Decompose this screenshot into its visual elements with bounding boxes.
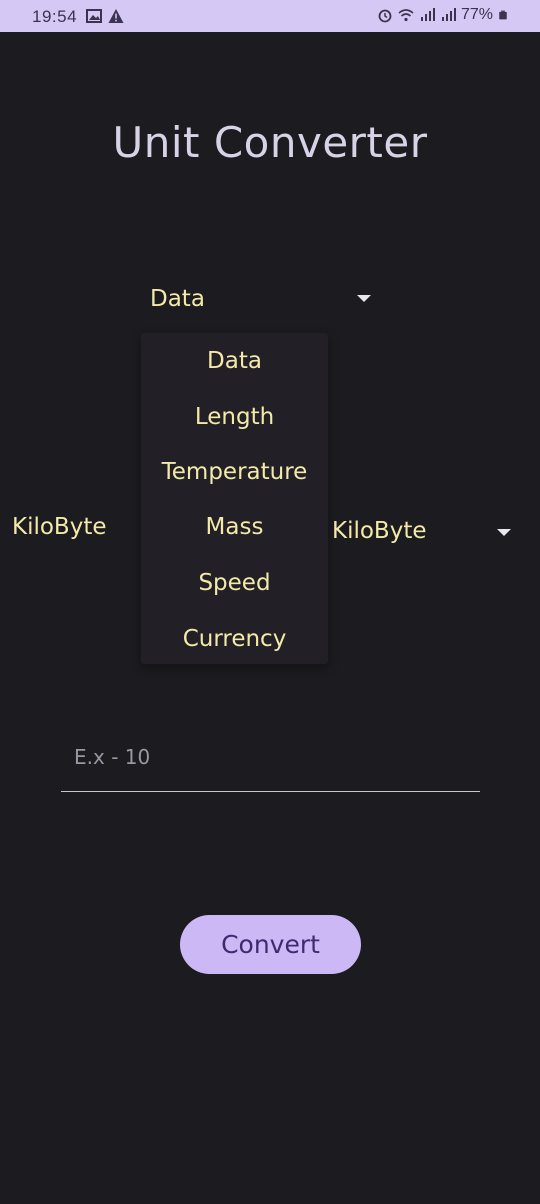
gallery-icon <box>86 9 102 23</box>
warning-icon <box>108 9 124 23</box>
signal-icon <box>420 8 435 21</box>
from-unit-dropdown[interactable]: KiloByte <box>12 514 107 540</box>
menu-item-currency[interactable]: Currency <box>141 613 328 665</box>
to-unit-dropdown[interactable]: KiloByte <box>332 514 522 554</box>
to-unit-selected-value: KiloByte <box>332 518 427 544</box>
wifi-icon <box>398 9 414 22</box>
value-input[interactable] <box>61 722 480 792</box>
menu-item-speed[interactable]: Speed <box>141 557 328 609</box>
status-time: 19:54 <box>32 7 78 26</box>
signal-icon <box>441 8 456 21</box>
value-input-field[interactable] <box>61 722 480 794</box>
chevron-down-icon[interactable] <box>497 529 511 536</box>
menu-item-data[interactable]: Data <box>141 335 328 387</box>
menu-item-temperature[interactable]: Temperature <box>141 446 328 498</box>
menu-item-length[interactable]: Length <box>141 391 328 443</box>
battery-icon <box>499 10 507 20</box>
chevron-down-icon[interactable] <box>357 295 371 302</box>
alarm-icon <box>378 9 392 23</box>
convert-button[interactable]: Convert <box>180 915 361 974</box>
category-selected-value: Data <box>150 286 205 312</box>
category-dropdown[interactable]: Data <box>150 282 380 322</box>
category-menu: Data Length Temperature Mass Speed Curre… <box>141 333 328 664</box>
battery-percent: 77% <box>460 6 493 23</box>
menu-item-mass[interactable]: Mass <box>141 501 328 553</box>
page-title: Unit Converter <box>112 118 428 167</box>
status-bar: 19:54 77% <box>0 0 540 32</box>
